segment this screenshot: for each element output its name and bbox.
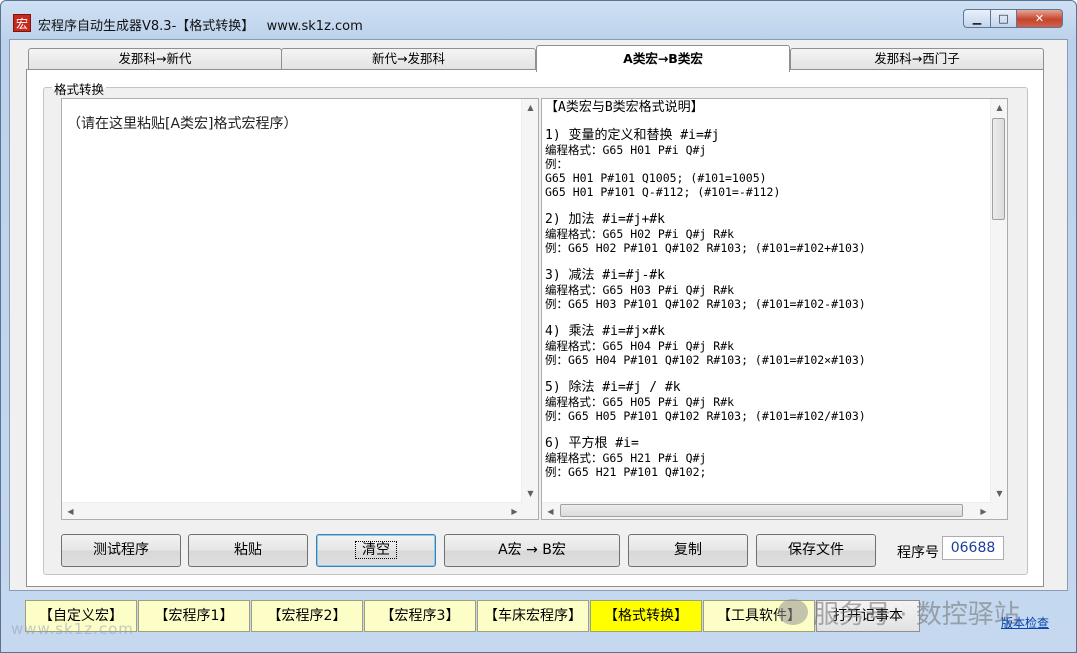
description-line [545,199,866,213]
clear-button[interactable]: 清空 [316,534,436,567]
input-placeholder: （请在这里粘贴[A类宏]格式宏程序） [67,116,298,132]
vertical-scroll-thumb[interactable] [992,118,1005,220]
description-line: 3) 减法 #i=#j-#k [545,268,665,283]
description-line: 例：G65 H04 P#101 Q#102 R#103; (#101=#102×… [545,353,866,367]
description-line: 6) 平方根 #i= [545,436,639,451]
description-line: 例：G65 H02 P#101 Q#102 R#103; (#101=#102+… [545,241,866,255]
description-line [545,423,866,437]
description-line [545,367,866,381]
minimize-button[interactable]: ▁ [963,9,990,28]
format-convert-group: 格式转换 （请在这里粘贴[A类宏]格式宏程序） ▲ ▼ ◀ ▶ 【A类宏与B类宏… [43,79,1028,575]
save-file-button[interactable]: 保存文件 [756,534,876,567]
scroll-down-icon[interactable]: ▼ [991,485,1007,502]
scroll-left-icon[interactable]: ◀ [542,503,559,519]
program-number-input[interactable]: 06688 [942,536,1004,560]
right-horizontal-scrollbar[interactable]: ◀ ▶ [542,502,992,519]
test-program-button[interactable]: 测试程序 [61,534,181,567]
close-button[interactable]: ✕ [1017,9,1063,28]
description-heading: 【A类宏与B类宏格式说明】 [545,100,704,115]
scroll-right-icon[interactable]: ▶ [506,503,523,519]
description-line: 编程格式：G65 H04 P#i Q#j R#k [545,339,735,353]
client-area: 发那科→新代 新代→发那科 A类宏→B类宏 发那科→西门子 格式转换 （请在这里… [9,39,1068,591]
description-line: 编程格式：G65 H02 P#i Q#j R#k [545,227,735,241]
copy-button[interactable]: 复制 [628,534,748,567]
description-line: 1) 变量的定义和替换 #i=#j [545,128,720,143]
right-vertical-scrollbar[interactable]: ▲ ▼ [990,99,1007,519]
left-vertical-scrollbar[interactable]: ▲ ▼ [521,99,538,519]
scroll-left-icon[interactable]: ◀ [62,503,79,519]
description-line: 4) 乘法 #i=#j×#k [545,324,665,339]
tab-fanuc-to-syntec[interactable]: 发那科→新代 [28,48,282,70]
description-line: 编程格式：G65 H21 P#i Q#j [545,451,707,465]
description-line: 例： [545,157,568,171]
description-line [545,311,866,325]
paste-button[interactable]: 粘贴 [188,534,308,567]
description-line: G65 H01 P#101 Q1005; (#101=1005) [545,171,767,185]
tab-fanuc-to-siemens[interactable]: 发那科→西门子 [790,48,1044,70]
window-title: 宏程序自动生成器V8.3-【格式转换】 www.sk1z.com [38,19,363,34]
nav-macro-2[interactable]: 【宏程序2】 [251,600,363,632]
tab-syntec-to-fanuc[interactable]: 新代→发那科 [281,48,536,70]
nav-format-convert[interactable]: 【格式转换】 [590,600,702,632]
scroll-right-icon[interactable]: ▶ [975,503,992,519]
a-macro-input[interactable]: （请在这里粘贴[A类宏]格式宏程序） ▲ ▼ ◀ ▶ [61,98,539,520]
description-line: 例：G65 H21 P#101 Q#102; [545,465,707,479]
version-check-link[interactable]: 版本检查 [1001,614,1049,631]
left-horizontal-scrollbar[interactable]: ◀ ▶ [62,502,523,519]
group-label: 格式转换 [52,79,107,98]
description-line: 例：G65 H03 P#101 Q#102 R#103; (#101=#102-… [545,297,866,311]
description-line: 编程格式：G65 H01 P#i Q#j [545,143,707,157]
description-line: G65 H01 P#101 Q-#112; (#101=-#112) [545,185,781,199]
scroll-up-icon[interactable]: ▲ [522,99,538,116]
scroll-up-icon[interactable]: ▲ [991,99,1007,116]
convert-a-to-b-button[interactable]: A宏 → B宏 [444,534,620,567]
program-number-label: 程序号 [897,545,939,561]
tab-page: 格式转换 （请在这里粘贴[A类宏]格式宏程序） ▲ ▼ ◀ ▶ 【A类宏与B类宏… [26,69,1044,587]
wechat-icon [778,599,808,625]
description-line: 编程格式：G65 H05 P#i Q#j R#k [545,395,735,409]
scroll-down-icon[interactable]: ▼ [522,485,538,502]
maximize-button[interactable]: □ [990,9,1017,28]
site-watermark: www.sk1z.com [11,620,134,638]
nav-macro-1[interactable]: 【宏程序1】 [138,600,250,632]
format-description-text: 【A类宏与B类宏格式说明】 1) 变量的定义和替换 #i=#j 编程格式：G65 … [545,100,866,480]
clear-button-label: 清空 [355,541,397,559]
title-bar[interactable]: 宏 宏程序自动生成器V8.3-【格式转换】 www.sk1z.com ▁ □ ✕ [1,1,1076,39]
description-line: 5) 除法 #i=#j / #k [545,380,681,395]
nav-macro-3[interactable]: 【宏程序3】 [364,600,476,632]
description-line [545,115,866,129]
description-line: 2) 加法 #i=#j+#k [545,212,665,227]
description-line: 例：G65 H05 P#101 Q#102 R#103; (#101=#102/… [545,409,866,423]
horizontal-scroll-thumb[interactable] [560,504,963,517]
app-icon[interactable]: 宏 [13,14,31,32]
app-window: 宏 宏程序自动生成器V8.3-【格式转换】 www.sk1z.com ▁ □ ✕… [0,0,1077,653]
description-line [545,255,866,269]
description-line: 编程格式：G65 H03 P#i Q#j R#k [545,283,735,297]
tab-a-macro-to-b-macro[interactable]: A类宏→B类宏 [536,45,790,72]
format-description-box[interactable]: 【A类宏与B类宏格式说明】 1) 变量的定义和替换 #i=#j 编程格式：G65 … [541,98,1008,520]
nav-lathe-macro[interactable]: 【车床宏程序】 [477,600,589,632]
wechat-watermark: 服务号 · 数控驿站 [813,600,1020,630]
